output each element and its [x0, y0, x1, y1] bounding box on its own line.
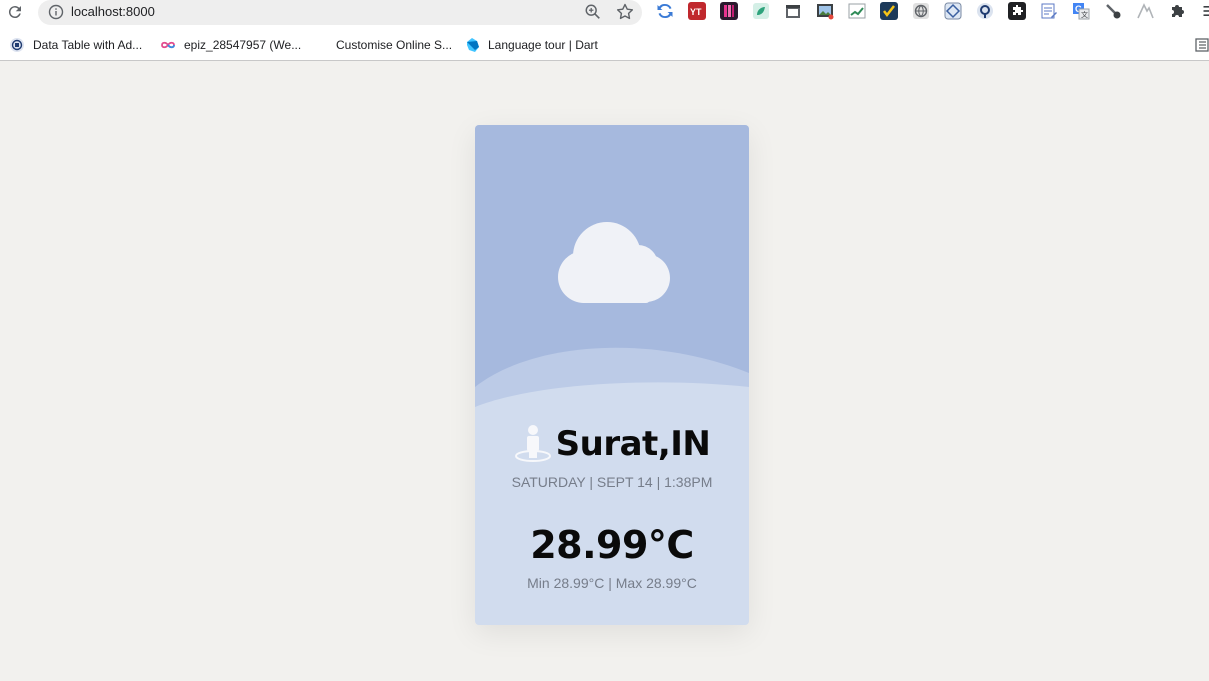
location-row: Surat,IN — [475, 422, 749, 466]
bookmark-epiz[interactable]: epiz_28547957 (We... — [160, 35, 301, 55]
bookmark-star-icon[interactable] — [615, 2, 635, 22]
puzzle-dark-icon[interactable] — [1008, 2, 1026, 20]
bookmark-label: epiz_28547957 (We... — [184, 38, 302, 52]
address-bar[interactable]: localhost:8000 — [38, 0, 642, 25]
youtube-icon[interactable]: YT — [688, 2, 706, 20]
dart-icon — [467, 38, 479, 52]
edit-icon[interactable] — [1040, 2, 1058, 20]
blank-icon — [312, 37, 328, 53]
reading-list-icon[interactable] — [1195, 37, 1209, 53]
image-icon[interactable] — [816, 2, 834, 20]
info-icon[interactable] — [48, 4, 64, 20]
notebook-icon[interactable] — [720, 2, 738, 20]
min-max-temperature: Min 28.99°C | Max 28.99°C — [527, 575, 697, 591]
leaf-icon[interactable] — [752, 2, 770, 20]
bookmarks-bar: Data Table with Ad... epiz_28547957 (We.… — [0, 30, 1209, 61]
bookmark-label: Language tour | Dart — [488, 38, 598, 52]
sync-icon[interactable] — [656, 2, 674, 20]
bookmark-datatables[interactable]: Data Table with Ad... — [9, 35, 142, 55]
lens-icon[interactable] — [976, 2, 994, 20]
bookmark-label: Data Table with Ad... — [33, 38, 143, 52]
mountain-icon[interactable] — [1136, 2, 1154, 20]
weather-card: Surat,IN SATURDAY | SEPT 14 | 1:38PM 28.… — [475, 125, 749, 625]
svg-text:文: 文 — [1081, 10, 1088, 19]
bookmark-label: Customise Online S... — [336, 38, 453, 52]
chart-icon[interactable] — [848, 2, 866, 20]
datatables-icon — [10, 38, 24, 52]
bookmark-customise[interactable]: Customise Online S... — [312, 35, 452, 55]
calendar-icon[interactable] — [784, 2, 802, 20]
extensions-icon[interactable] — [1168, 2, 1186, 20]
menu-icon[interactable] — [1198, 2, 1209, 20]
translate-icon[interactable]: G文 — [1072, 2, 1090, 20]
svg-text:YT: YT — [690, 7, 702, 17]
location-person-icon — [514, 425, 551, 462]
date-time: SATURDAY | SEPT 14 | 1:38PM — [511, 474, 713, 490]
globe-icon[interactable] — [912, 2, 930, 20]
url-text[interactable]: localhost:8000 — [71, 4, 155, 19]
check-icon[interactable] — [880, 2, 898, 20]
browser-toolbar: localhost:8000 YT 文 — [0, 0, 1209, 30]
cloud-icon — [558, 222, 670, 303]
zoom-icon[interactable] — [584, 3, 602, 21]
dropper-icon[interactable] — [1104, 2, 1122, 20]
reload-icon[interactable] — [6, 3, 24, 21]
city-name: Surat,IN — [555, 424, 711, 464]
bookmark-dart[interactable]: Language tour | Dart — [464, 35, 598, 55]
temperature: 28.99°C — [530, 523, 694, 567]
diamond-icon[interactable] — [944, 2, 962, 20]
infinity-icon — [161, 41, 175, 49]
